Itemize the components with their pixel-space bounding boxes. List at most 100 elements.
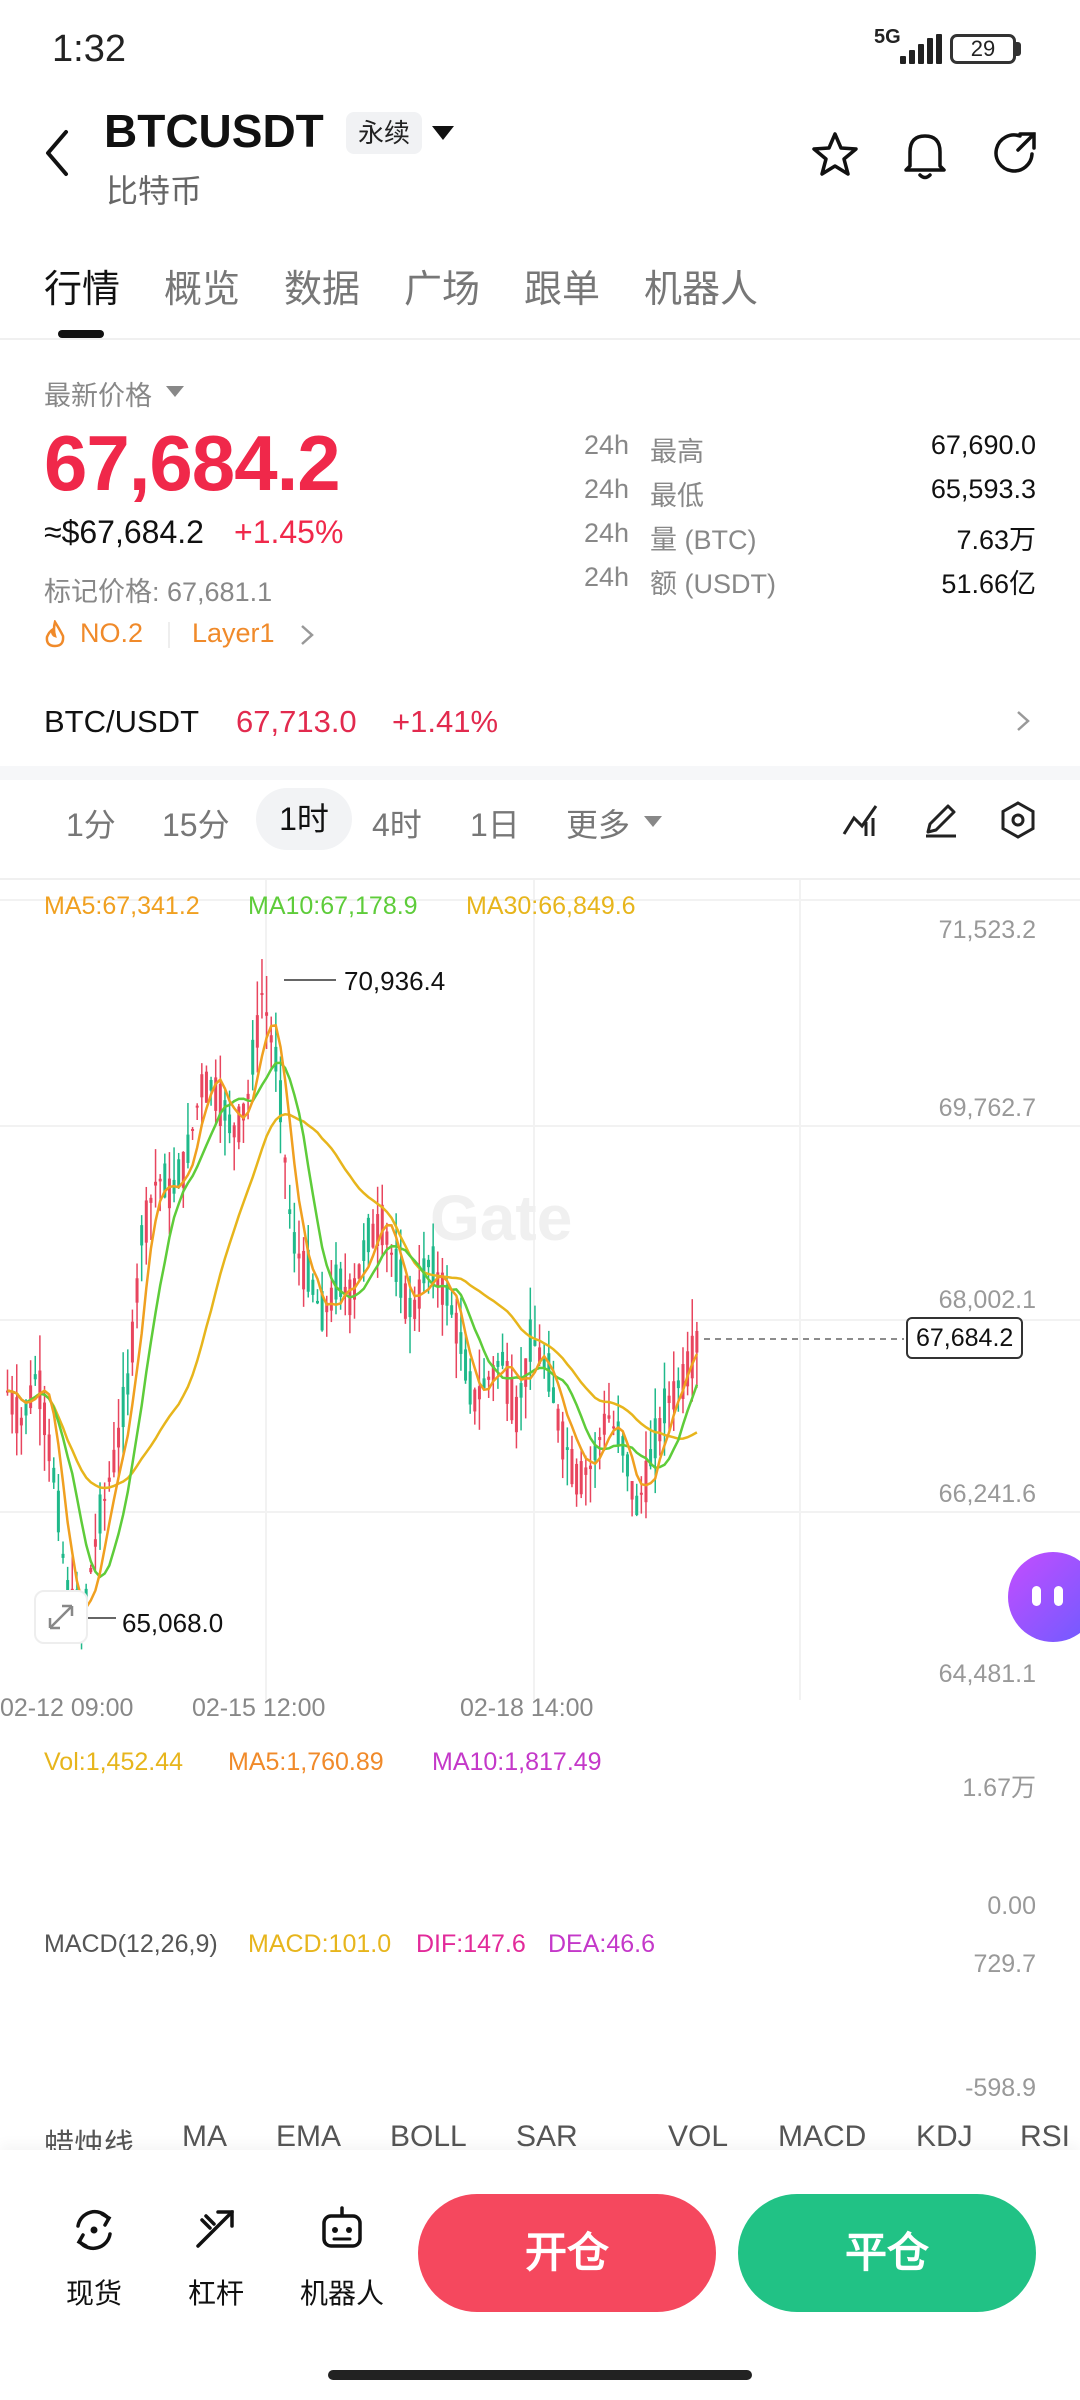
spot-icon[interactable] xyxy=(70,2206,118,2254)
more-caret-icon[interactable] xyxy=(644,816,662,828)
candle-body xyxy=(639,1492,643,1495)
spot-pair-name[interactable]: BTC/USDT xyxy=(44,704,199,740)
leverage-nav-label[interactable]: 杠杆 xyxy=(156,2272,276,2312)
interval-more[interactable]: 更多 xyxy=(566,800,630,846)
candle-body xyxy=(130,1321,134,1363)
candle-body xyxy=(496,1360,500,1367)
open-position-button[interactable]: 开仓 xyxy=(418,2194,716,2312)
bell-icon[interactable] xyxy=(900,128,950,182)
candle-body xyxy=(47,1434,51,1462)
candle-body xyxy=(357,1264,361,1279)
indicator-macd[interactable]: MACD xyxy=(778,2120,866,2154)
current-price-tag: 67,684.2 xyxy=(906,1317,1024,1359)
candle-body xyxy=(126,1373,130,1395)
macd-axis-label: -598.9 xyxy=(965,2074,1036,2102)
interval-1h[interactable]: 1时 xyxy=(256,788,352,850)
tab-bot[interactable]: 机器人 xyxy=(644,258,758,313)
candle-body xyxy=(528,1319,532,1362)
chevron-down-icon[interactable] xyxy=(166,386,184,398)
tab-overview[interactable]: 概览 xyxy=(164,258,240,313)
candle-body xyxy=(616,1421,620,1446)
candle-body xyxy=(269,1035,273,1043)
candle-body xyxy=(667,1395,671,1404)
candle-body xyxy=(15,1397,19,1434)
indicator-vol[interactable]: VOL xyxy=(668,2120,728,2154)
stat-low-value: 65,593.3 xyxy=(930,474,1036,504)
star-icon[interactable] xyxy=(810,130,860,180)
share-icon[interactable] xyxy=(990,128,1040,178)
settings-hex-icon[interactable] xyxy=(998,800,1038,840)
indicator-icon[interactable] xyxy=(840,800,880,840)
candle-body xyxy=(394,1248,398,1282)
leverage-icon[interactable] xyxy=(192,2206,240,2254)
last-price-label[interactable]: 最新价格 xyxy=(44,374,152,413)
candle-body xyxy=(107,1477,111,1482)
indicator-sar[interactable]: SAR xyxy=(516,2120,578,2154)
indicator-ma[interactable]: MA xyxy=(182,2120,227,2154)
indicator-boll[interactable]: BOLL xyxy=(390,2120,467,2154)
interval-15m[interactable]: 15分 xyxy=(162,800,230,846)
candle-body xyxy=(690,1335,694,1379)
candle-body xyxy=(288,1209,292,1215)
ma30-line xyxy=(7,1113,698,1490)
candle-body xyxy=(10,1392,14,1415)
robot-icon[interactable] xyxy=(318,2204,366,2254)
interval-4h[interactable]: 4时 xyxy=(372,800,422,846)
tabs-divider xyxy=(0,338,1080,340)
candle-body xyxy=(274,1046,278,1072)
indicator-rsi[interactable]: RSI xyxy=(1020,2120,1070,2154)
candle-body xyxy=(612,1426,616,1429)
back-icon[interactable] xyxy=(42,128,72,178)
symbol-title[interactable]: BTCUSDT xyxy=(104,104,324,158)
stat-vol-label: 量 (BTC) xyxy=(650,525,757,555)
rank-badge[interactable]: NO.2 xyxy=(80,618,143,649)
candle-body xyxy=(232,1125,236,1138)
candle-body xyxy=(61,1553,65,1558)
candle-body xyxy=(575,1463,579,1495)
chevron-right-icon[interactable] xyxy=(300,624,314,646)
spot-chevron-right-icon[interactable] xyxy=(1016,710,1030,732)
candle-body xyxy=(98,1494,102,1534)
active-tab-indicator xyxy=(58,330,104,338)
spot-nav-label[interactable]: 现货 xyxy=(34,2272,154,2312)
candle-body xyxy=(533,1339,537,1346)
candle-body xyxy=(593,1445,597,1461)
fire-icon xyxy=(45,620,65,648)
signal-icon xyxy=(900,34,944,64)
interval-1d[interactable]: 1日 xyxy=(470,800,520,846)
tab-copytrade[interactable]: 跟单 xyxy=(524,258,600,313)
candle-body xyxy=(454,1312,458,1344)
candle-body xyxy=(251,1039,255,1075)
close-position-button[interactable]: 平仓 xyxy=(738,2194,1036,2312)
home-indicator[interactable] xyxy=(328,2370,752,2380)
tab-data[interactable]: 数据 xyxy=(284,258,360,313)
indicator-ema[interactable]: EMA xyxy=(276,2120,341,2154)
last-price: 67,684.2 xyxy=(44,419,341,507)
candle-body xyxy=(218,1083,222,1127)
candle-body xyxy=(477,1386,481,1400)
candle-body xyxy=(167,1178,171,1209)
indicator-kdj[interactable]: KDJ xyxy=(916,2120,973,2154)
tab-market[interactable]: 行情 xyxy=(44,258,120,313)
bot-nav-label[interactable]: 机器人 xyxy=(282,2272,402,2312)
ma30-legend: MA30:66,849.6 xyxy=(466,892,636,920)
candle-body xyxy=(103,1498,107,1501)
price-axis-label: 64,481.1 xyxy=(938,1660,1036,1688)
contract-type-badge[interactable]: 永续 xyxy=(346,112,422,154)
candle-body xyxy=(260,993,264,996)
interval-1m[interactable]: 1分 xyxy=(66,800,116,846)
candle-body xyxy=(302,1250,306,1290)
fullscreen-expand-button[interactable] xyxy=(34,1590,88,1644)
candle-body xyxy=(625,1454,629,1477)
dif-value: DIF:147.6 xyxy=(416,1930,526,1958)
sector-tag[interactable]: Layer1 xyxy=(192,618,275,649)
draw-pen-icon[interactable] xyxy=(920,800,960,840)
candle-body xyxy=(177,1159,181,1188)
candle-body xyxy=(140,1225,144,1246)
tab-square[interactable]: 广场 xyxy=(404,258,480,313)
candle-body xyxy=(584,1467,588,1475)
candle-body xyxy=(676,1380,680,1389)
macd-value: MACD:101.0 xyxy=(248,1930,392,1958)
stat-amount-period: 24h xyxy=(584,562,630,592)
dropdown-caret-icon[interactable] xyxy=(432,126,454,142)
